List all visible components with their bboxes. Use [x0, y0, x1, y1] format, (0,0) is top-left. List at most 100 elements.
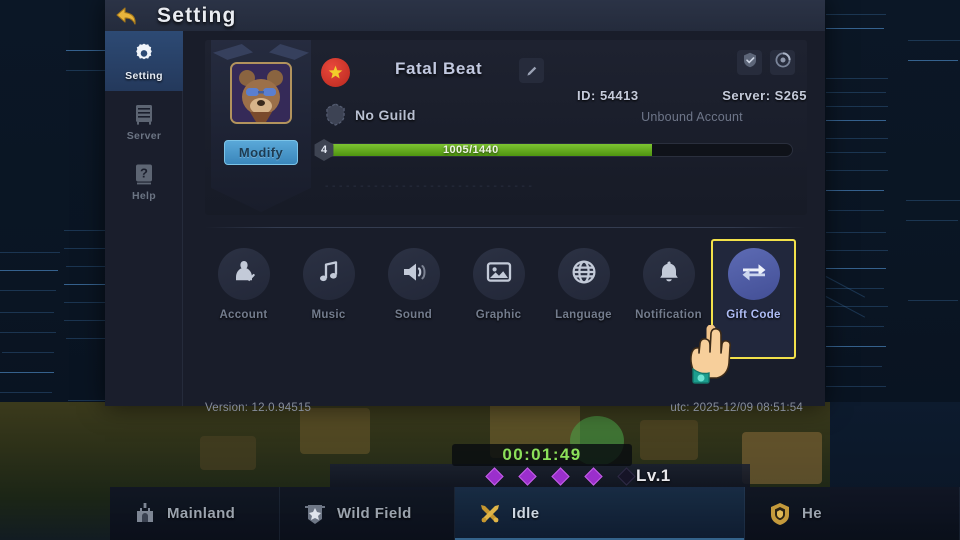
game-hud: 00:01:49 Lv.1	[330, 406, 750, 490]
settings-icon-grid[interactable]: Account Music Sound Graphic Language Notifica…	[201, 239, 811, 359]
svg-text:?: ?	[140, 165, 148, 180]
account-id-row: ID: 54413 Server: S265	[577, 88, 807, 103]
circuit-line	[826, 28, 884, 29]
server-icon	[131, 101, 157, 127]
xp-value: 1005/1440	[443, 144, 499, 156]
account-person-icon	[230, 258, 258, 291]
battle-timer: 00:01:49	[452, 444, 632, 466]
circuit-line	[906, 220, 958, 221]
bottom-nav-item-mainland[interactable]: Mainland	[110, 487, 280, 540]
circuit-line	[826, 190, 884, 191]
version-label: Version: 12.0.94515	[205, 402, 312, 414]
setting-item-sound[interactable]: Sound	[371, 239, 456, 359]
circuit-line	[826, 326, 884, 327]
setting-item-label: Music	[311, 309, 346, 321]
setting-item-notification[interactable]: Notification	[626, 239, 711, 359]
circuit-line	[0, 312, 54, 313]
sidebar-item-help[interactable]: ? Help	[105, 151, 183, 211]
circuit-line	[826, 306, 888, 307]
circuit-line	[826, 106, 888, 107]
player-signature: - - - - - - - - - - - - - - - - - - - - …	[325, 180, 533, 192]
banner-star-icon	[302, 501, 328, 527]
guild-row: No Guild	[325, 103, 416, 126]
circuit-line	[826, 386, 886, 387]
sidebar-item-setting[interactable]: Setting	[105, 31, 183, 91]
utc-time-label: utc: 2025-12/09 08:51:54	[670, 402, 803, 414]
gear-icon	[131, 41, 157, 67]
setting-item-account[interactable]: Account	[201, 239, 286, 359]
setting-icon-circle	[217, 248, 270, 300]
back-arrow-icon	[116, 6, 136, 25]
setting-item-label: Gift Code	[726, 309, 781, 321]
section-divider	[205, 227, 805, 228]
account-id: ID: 54413	[577, 88, 639, 103]
bottom-navigation[interactable]: Mainland Wild Field Idle He	[110, 487, 960, 540]
circuit-line	[826, 268, 886, 269]
red-star-flag-icon	[328, 65, 343, 79]
hero-shield-icon	[767, 501, 793, 527]
image-picture-icon	[485, 258, 513, 291]
player-name: Fatal Beat	[395, 59, 483, 78]
setting-item-label: Account	[219, 309, 268, 321]
circuit-line	[826, 92, 886, 93]
setting-item-gift-code[interactable]: Gift Code	[711, 239, 796, 359]
castle-icon	[132, 501, 158, 527]
setting-icon-circle	[727, 248, 780, 300]
profile-card: Modify Fatal Beat No Guild ID: 54413 Ser…	[205, 40, 807, 215]
experience-bar: 4 1005/1440	[313, 139, 793, 161]
globe-icon	[570, 258, 598, 291]
back-button[interactable]	[105, 0, 149, 31]
exchange-arrows-icon	[739, 257, 769, 292]
circuit-line	[908, 40, 960, 41]
circuit-line	[826, 120, 886, 121]
bottom-nav-label: Wild Field	[337, 505, 412, 522]
setting-item-graphic[interactable]: Graphic	[456, 239, 541, 359]
bottom-nav-label: He	[802, 505, 822, 522]
terrain-prop	[200, 436, 256, 470]
setting-item-label: Language	[555, 309, 612, 321]
circuit-line	[0, 372, 54, 373]
setting-icon-circle	[302, 248, 355, 300]
circuit-line	[0, 270, 58, 271]
speaker-icon	[400, 258, 428, 291]
account-action-buttons[interactable]	[737, 50, 795, 75]
sidebar-item-server[interactable]: Server	[105, 91, 183, 151]
edit-name-button[interactable]	[519, 58, 544, 83]
circuit-line	[826, 232, 886, 233]
bottom-nav-item-idle[interactable]: Idle	[455, 487, 745, 540]
circuit-line	[908, 60, 958, 61]
avatar[interactable]	[230, 62, 292, 124]
circuit-line-diagonal	[825, 276, 866, 298]
setting-item-language[interactable]: Language	[541, 239, 626, 359]
circuit-line	[826, 78, 888, 79]
bear-avatar-icon	[232, 64, 290, 122]
page-title: Setting	[157, 3, 237, 27]
setting-item-music[interactable]: Music	[286, 239, 371, 359]
setting-panel: Setting Setting Server? Help Modify Fata…	[105, 0, 825, 414]
circuit-line	[0, 392, 52, 393]
sidebar: Setting Server? Help	[105, 31, 183, 406]
server-id: Server: S265	[722, 88, 807, 103]
panel-header: Setting	[105, 0, 825, 31]
modify-button[interactable]: Modify	[224, 140, 298, 165]
badge-circle-icon	[775, 52, 791, 73]
bind-status: Unbound Account	[641, 110, 743, 124]
circuit-line	[826, 170, 888, 171]
xp-track	[324, 143, 793, 157]
guild-name: No Guild	[355, 106, 416, 123]
circuit-line	[0, 252, 60, 253]
bottom-nav-item-he[interactable]: He	[745, 487, 960, 540]
badge-circle-button[interactable]	[770, 50, 795, 75]
circuit-line	[0, 332, 56, 333]
panel-footer: Version: 12.0.94515 utc: 2025-12/09 08:5…	[205, 399, 803, 417]
hud-level-label: Lv.1	[636, 466, 671, 485]
circuit-line	[2, 352, 54, 353]
setting-icon-circle	[557, 248, 610, 300]
circuit-line	[826, 346, 886, 347]
circuit-line	[826, 14, 886, 15]
bottom-nav-label: Mainland	[167, 505, 236, 522]
setting-item-label: Graphic	[475, 309, 522, 321]
setting-item-label: Sound	[394, 309, 433, 321]
shield-check-button[interactable]	[737, 50, 762, 75]
bottom-nav-item-wild-field[interactable]: Wild Field	[280, 487, 455, 540]
